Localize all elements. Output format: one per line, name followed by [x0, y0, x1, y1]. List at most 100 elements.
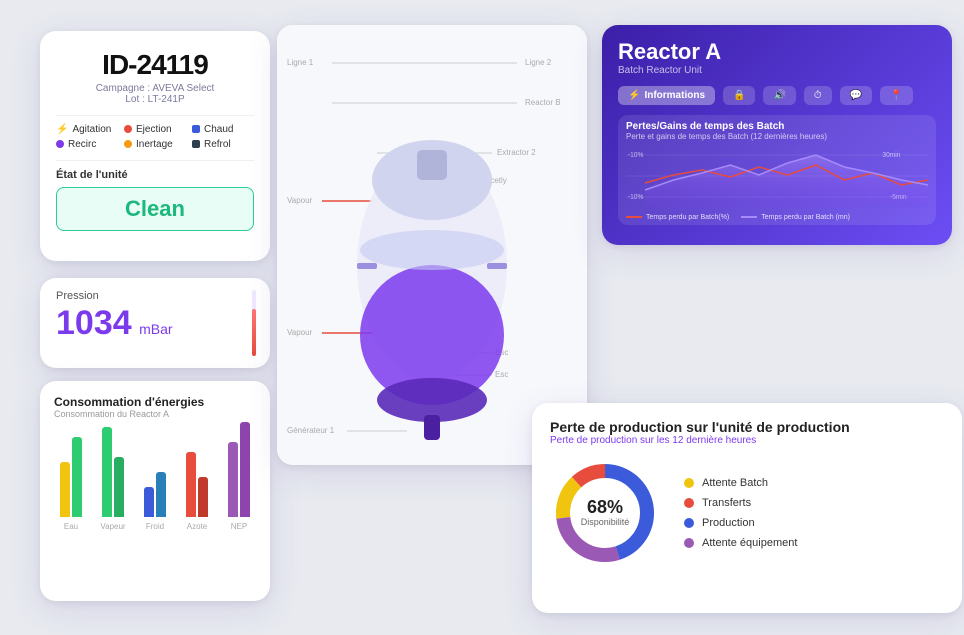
bar-group: Vapeur: [96, 417, 130, 531]
reactor-chart-area: Pertes/Gains de temps des Batch Perte et…: [618, 115, 936, 225]
tag-label: Agitation: [72, 124, 111, 135]
dot-icon: [124, 125, 132, 133]
bar-group: Azote: [180, 417, 214, 531]
legend-red: Temps perdu par Batch(%): [626, 214, 729, 221]
bars-inner: [102, 417, 124, 517]
tag-refrol: Refrol: [192, 139, 254, 150]
energy-title: Consommation d'énergies: [54, 395, 256, 409]
production-card: Perte de production sur l'unité de produ…: [532, 403, 962, 613]
bar: [144, 487, 154, 517]
clean-status: Clean: [56, 187, 254, 231]
legend-dot: [684, 478, 694, 488]
bar-label: Froid: [146, 522, 164, 531]
svg-text:Esc: Esc: [495, 370, 508, 379]
legend-attente-equip: Attente équipement: [684, 537, 797, 549]
reactor-tabs: ⚡ Informations 🔒 🔊 ⏱ 💬 📍: [618, 86, 936, 105]
legend-label: Production: [702, 517, 755, 529]
tag-label: Chaud: [204, 124, 233, 135]
bar: [240, 422, 250, 517]
reactor-tab-timer[interactable]: ⏱: [804, 86, 832, 105]
tag-label: Recirc: [68, 139, 96, 150]
etat-label: État de l'unité: [56, 169, 254, 181]
tag-label: Inertage: [136, 139, 173, 150]
sound-icon: 🔊: [773, 90, 785, 101]
tag-label: Refrol: [204, 139, 231, 150]
lock-icon: 🔒: [733, 90, 745, 101]
svg-text:Ligne 2: Ligne 2: [525, 58, 552, 67]
bars-inner: [60, 417, 82, 517]
dot-icon: [192, 125, 200, 133]
reactor-a-card: Reactor A Batch Reactor Unit ⚡ Informati…: [602, 25, 952, 245]
donut-percentage: 68%: [581, 498, 630, 518]
diagram-card: Ligne 1 Ligne 2 Reactor B Extractor 2 Ac…: [277, 25, 587, 465]
reactor-tab-chat[interactable]: 💬: [840, 86, 872, 105]
bar: [60, 462, 70, 517]
diagram-svg: Ligne 1 Ligne 2 Reactor B Extractor 2 Ac…: [277, 25, 587, 465]
bar: [198, 477, 208, 517]
svg-text:30min: 30min: [882, 151, 900, 158]
prod-subtitle: Perte de production sur les 12 dernière …: [550, 435, 944, 446]
bars-inner: [144, 417, 166, 517]
tag-inertage: Inertage: [124, 139, 186, 150]
bar-label: Vapeur: [100, 522, 125, 531]
legend-red-line: [626, 216, 642, 218]
bars-inner: [228, 417, 250, 517]
reactor-title: Reactor A: [618, 39, 936, 65]
bars-inner: [186, 417, 208, 517]
bar-group: Eau: [54, 417, 88, 531]
reactor-tab-location[interactable]: 📍: [880, 86, 912, 105]
reactor-chart-title: Pertes/Gains de temps des Batch: [626, 121, 928, 132]
bar: [72, 437, 82, 517]
tag-recirc: Recirc: [56, 139, 118, 150]
tags: Agitation Ejection Chaud Recirc Inertage…: [56, 124, 254, 150]
prod-title: Perte de production sur l'unité de produ…: [550, 419, 944, 435]
id-card: ID-24119 Campagne : AVEVA Select Lot : L…: [40, 31, 270, 261]
svg-text:-10%: -10%: [628, 193, 643, 200]
bolt-icon: ⚡: [628, 90, 640, 101]
legend-purple-label: Temps perdu par Batch (mn): [761, 214, 850, 221]
reactor-tab-informations[interactable]: ⚡ Informations: [618, 86, 715, 105]
prod-content: 68% Disponibilité Attente Batch Transfer…: [550, 458, 944, 568]
dot-icon: [124, 140, 132, 148]
bar: [102, 427, 112, 517]
bar: [156, 472, 166, 517]
donut-label: Disponibilité: [581, 517, 630, 527]
pression-bar: [252, 290, 256, 356]
bar: [114, 457, 124, 517]
bar-group: NEP: [222, 417, 256, 531]
reactor-tab-lock[interactable]: 🔒: [723, 86, 755, 105]
lot: Lot : LT-241P: [56, 94, 254, 105]
tab-label: Informations: [644, 90, 705, 101]
tag-label: Ejection: [136, 124, 172, 135]
dot-icon: [56, 140, 64, 148]
legend-purple: Temps perdu par Batch (mn): [741, 214, 850, 221]
prod-legend: Attente Batch Transferts Production Atte…: [684, 477, 797, 549]
bar-label: NEP: [231, 522, 247, 531]
donut-chart: 68% Disponibilité: [550, 458, 660, 568]
bar-label: Azote: [187, 522, 207, 531]
pression-card: Pression 1034 mBar: [40, 278, 270, 368]
chat-icon: 💬: [850, 90, 862, 101]
tag-agitation: Agitation: [56, 124, 118, 135]
donut-center: 68% Disponibilité: [581, 498, 630, 528]
svg-text:-10%: -10%: [628, 151, 643, 158]
pression-value: 1034: [56, 304, 132, 342]
id-number: ID-24119: [56, 49, 254, 81]
bar: [228, 442, 238, 517]
svg-text:Vapour: Vapour: [287, 196, 313, 205]
timer-icon: ⏱: [814, 90, 822, 101]
svg-text:Extractor 2: Extractor 2: [497, 148, 536, 157]
legend-purple-line: [741, 216, 757, 218]
scene: ID-24119 Campagne : AVEVA Select Lot : L…: [22, 13, 942, 623]
legend-label: Attente Batch: [702, 477, 768, 489]
reactor-line-chart: -10% 30min -10% -5min: [626, 145, 928, 207]
location-icon: 📍: [890, 90, 902, 101]
legend-dot: [684, 538, 694, 548]
svg-text:Ligne 1: Ligne 1: [287, 58, 314, 67]
reactor-tab-sound[interactable]: 🔊: [763, 86, 795, 105]
legend-label: Attente équipement: [702, 537, 797, 549]
bar-label: Eau: [64, 522, 78, 531]
bar-group: Froid: [138, 417, 172, 531]
pression-bar-fill: [252, 309, 256, 355]
pression-value-row: 1034 mBar: [56, 306, 254, 340]
